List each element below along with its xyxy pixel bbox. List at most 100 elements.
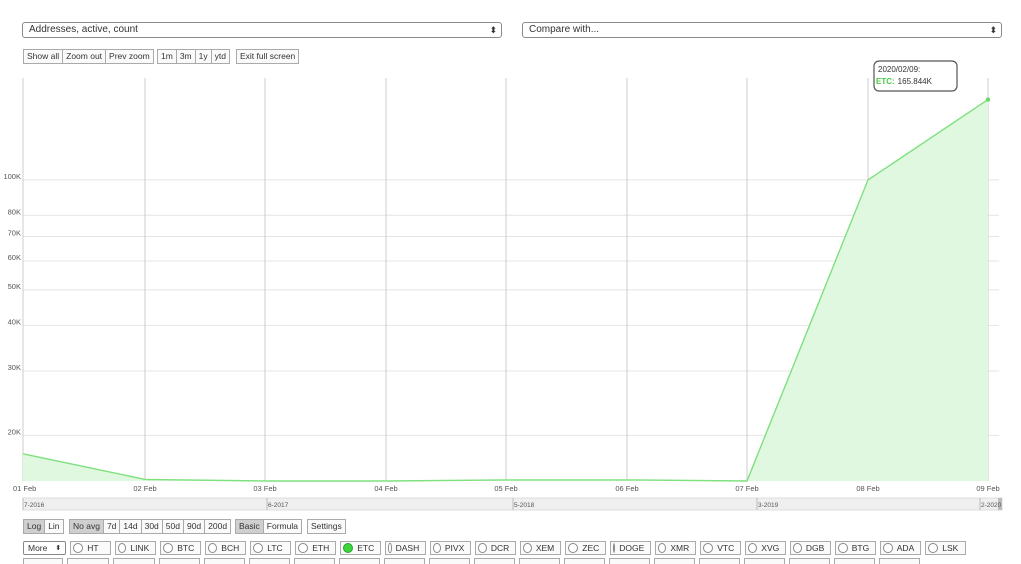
settings-buttons: Settings — [307, 519, 346, 534]
no-avg-button[interactable]: No avg — [69, 519, 104, 534]
coin-button-partial[interactable] — [699, 558, 740, 564]
coin-button-eth[interactable]: ETH — [295, 541, 337, 555]
coin-button-dcr[interactable]: DCR — [475, 541, 517, 555]
log-scale-button[interactable]: Log — [23, 519, 46, 534]
coin-button-partial[interactable] — [834, 558, 875, 564]
coin-button-xmr[interactable]: XMR — [655, 541, 697, 555]
x-tick-label: 06 Feb — [615, 484, 638, 493]
scale-buttons: Log Lin — [23, 519, 64, 534]
avg-50d-button[interactable]: 50d — [161, 519, 184, 534]
coin-button-partial[interactable] — [339, 558, 380, 564]
coin-button-partial[interactable] — [23, 558, 63, 564]
coin-button-partial[interactable] — [249, 558, 290, 564]
avg-14d-button[interactable]: 14d — [119, 519, 142, 534]
coin-button-partial[interactable] — [294, 558, 335, 564]
x-tick-label: 02 Feb — [133, 484, 156, 493]
basic-mode-button[interactable]: Basic — [235, 519, 264, 534]
radio-icon — [298, 543, 309, 553]
avg-90d-button[interactable]: 90d — [182, 519, 206, 534]
coin-button-lsk[interactable]: LSK — [925, 541, 967, 555]
coin-button-vtc[interactable]: VTC — [700, 541, 742, 555]
coin-button-partial[interactable] — [744, 558, 785, 564]
mode-buttons: Basic Formula — [235, 519, 302, 534]
y-tick-label: 100K — [3, 172, 21, 181]
coin-button-partial[interactable] — [159, 558, 200, 564]
coin-button-etc[interactable]: ETC — [340, 541, 382, 555]
avg-7d-button[interactable]: 7d — [102, 519, 121, 534]
coin-button-doge[interactable]: DOGE — [610, 541, 652, 555]
second-coin-row-partial — [23, 558, 924, 564]
coin-button-partial[interactable] — [789, 558, 830, 564]
coin-button-partial[interactable] — [879, 558, 920, 564]
tooltip-date: 2020/02/09: — [878, 65, 920, 74]
coin-button-pivx[interactable]: PIVX — [430, 541, 472, 555]
y-tick-label: 80K — [8, 207, 21, 216]
coin-button-bch[interactable]: BCH — [205, 541, 247, 555]
coin-button-ada[interactable]: ADA — [880, 541, 922, 555]
formula-mode-button[interactable]: Formula — [262, 519, 302, 534]
coin-button-partial[interactable] — [113, 558, 155, 564]
coin-selector-row: More ⬍ HT LINK BTC BCH LTC ETH ETC DASH PIVX DCR X… — [23, 541, 970, 555]
coin-button-zec[interactable]: ZEC — [565, 541, 607, 555]
coin-button-partial[interactable] — [429, 558, 470, 564]
settings-button[interactable]: Settings — [307, 519, 346, 534]
y-tick-label: 30K — [8, 363, 21, 372]
coin-button-xem[interactable]: XEM — [520, 541, 562, 555]
coin-button-partial[interactable] — [609, 558, 650, 564]
coin-button-partial[interactable] — [67, 558, 109, 564]
radio-icon — [748, 543, 758, 553]
coin-label: VTC — [717, 543, 735, 553]
navigator[interactable]: 7-2016 6-2017 5-2018 3-2019 2-2020 — [22, 497, 1003, 511]
coin-button-partial[interactable] — [519, 558, 560, 564]
y-tick-label: 70K — [8, 228, 21, 237]
coin-label: DCR — [490, 543, 510, 553]
x-tick-label: 05 Feb — [494, 484, 517, 493]
coin-button-partial[interactable] — [384, 558, 425, 564]
coin-button-btc[interactable]: BTC — [160, 541, 202, 555]
coin-label: XEM — [535, 543, 555, 553]
coin-button-partial[interactable] — [564, 558, 605, 564]
tooltip-value: 165.844K — [898, 77, 933, 86]
coin-label: HT — [87, 543, 99, 553]
avg-30d-button[interactable]: 30d — [140, 519, 163, 534]
more-select[interactable]: More ⬍ — [23, 541, 67, 555]
avg-200d-button[interactable]: 200d — [204, 519, 232, 534]
radio-icon — [703, 543, 714, 553]
coin-button-btg[interactable]: BTG — [835, 541, 877, 555]
chart[interactable]: 20K 30K 40K 50K 60K 70K 80K 100K 01 Feb 02 Feb 03… — [0, 0, 1021, 520]
radio-icon — [523, 543, 532, 553]
x-axis-labels: 01 Feb 02 Feb 03 Feb 04 Feb 05 Feb 06 Feb 07 F… — [13, 484, 1000, 493]
coin-button-ltc[interactable]: LTC — [250, 541, 292, 555]
coin-label: BTC — [177, 543, 195, 553]
x-tick-label: 01 Feb — [13, 484, 36, 493]
coin-button-dgb[interactable]: DGB — [790, 541, 832, 555]
radio-icon — [613, 543, 616, 553]
coin-button-ht[interactable]: HT — [70, 541, 112, 555]
navigator-tick-label: 6-2017 — [268, 502, 289, 509]
coin-button-partial[interactable] — [474, 558, 515, 564]
coin-button-partial[interactable] — [654, 558, 695, 564]
y-tick-label: 20K — [8, 427, 21, 436]
coin-button-link[interactable]: LINK — [115, 541, 157, 555]
lin-scale-button[interactable]: Lin — [44, 519, 64, 534]
navigator-tick-label: 5-2018 — [514, 502, 535, 509]
radio-icon — [163, 543, 174, 553]
average-buttons: No avg 7d 14d 30d 50d 90d 200d — [69, 519, 232, 534]
navigator-tick-label: 2-2020 — [981, 502, 1002, 509]
tooltip-series: ETC: — [876, 77, 895, 86]
radio-icon — [793, 543, 802, 553]
navigator-tick-label: 3-2019 — [758, 502, 779, 509]
coin-label: LINK — [130, 543, 150, 553]
y-tick-label: 40K — [8, 317, 21, 326]
x-tick-label: 09 Feb — [976, 484, 999, 493]
y-axis-labels: 20K 30K 40K 50K 60K 70K 80K 100K — [3, 172, 21, 436]
radio-icon — [433, 543, 441, 553]
coin-button-partial[interactable] — [204, 558, 245, 564]
coin-label: ADA — [896, 543, 915, 553]
coin-label: DASH — [395, 543, 420, 553]
y-tick-label: 60K — [8, 253, 21, 262]
coin-button-xvg[interactable]: XVG — [745, 541, 787, 555]
radio-icon — [568, 543, 579, 553]
radio-icon — [343, 543, 354, 553]
coin-button-dash[interactable]: DASH — [385, 541, 427, 555]
